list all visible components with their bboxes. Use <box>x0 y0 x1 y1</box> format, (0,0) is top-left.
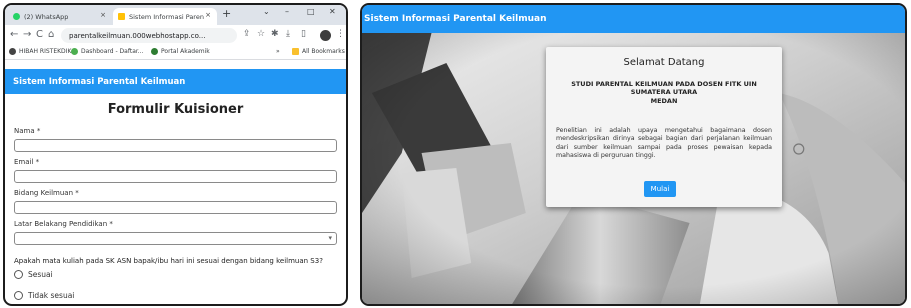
question-text: Apakah mata kuliah pada SK ASN bapak/ibu… <box>14 257 323 265</box>
option-label: Tidak sesuai <box>28 291 75 300</box>
url-bar[interactable]: parentalkeilmuan.000webhostapp.co... <box>61 28 237 43</box>
bidang-keilmuan-label: Bidang Keilmuan * <box>14 189 79 197</box>
bookmarks-bar: HIBAH RISTEKDIK Dashboard - Daftar... Po… <box>5 46 346 60</box>
site-favicon <box>118 13 125 20</box>
all-bookmarks-label: All Bookmarks <box>302 48 345 55</box>
home-icon[interactable]: ⌂ <box>48 29 54 40</box>
back-icon[interactable]: ← <box>10 29 18 40</box>
subtitle-line: SUMATERA UTARA <box>630 88 698 97</box>
extensions-icon[interactable]: ✱ <box>271 29 279 39</box>
subtitle-line: STUDI PARENTAL KEILMUAN PADA DOSEN FITK … <box>571 80 757 88</box>
tab-sistem-informasi[interactable]: Sistem Informasi Paren × <box>113 8 217 25</box>
bookmarks-overflow-icon[interactable]: » <box>276 48 280 55</box>
bookmark-label: Dashboard - Daftar... <box>81 48 144 55</box>
welcome-title: Selamat Datang <box>623 57 705 68</box>
latar-belakang-label: Latar Belakang Pendidikan * <box>14 220 113 228</box>
tab-close-icon[interactable]: × <box>100 11 106 19</box>
bookmark-favicon <box>9 48 16 55</box>
site-title: Sistem Informasi Parental Keilmuan <box>13 76 186 87</box>
radio-button[interactable] <box>14 270 23 279</box>
site-header: Sistem Informasi Parental Keilmuan <box>362 5 905 33</box>
bookmark-favicon <box>71 48 78 55</box>
bookmark-item[interactable]: Portal Akademik <box>151 48 210 55</box>
bidang-keilmuan-input[interactable] <box>14 201 337 214</box>
url-text: parentalkeilmuan.000webhostapp.co... <box>69 31 206 40</box>
new-tab-button[interactable]: + <box>222 7 231 20</box>
welcome-description: Penelitian ini adalah upaya mengetahui b… <box>556 127 772 159</box>
close-window-button[interactable]: ✕ <box>329 7 336 16</box>
welcome-card: Selamat Datang STUDI PARENTAL KEILMUAN P… <box>546 47 782 207</box>
welcome-subtitle: STUDI PARENTAL KEILMUAN PADA DOSEN FITK … <box>560 80 768 105</box>
latar-belakang-select[interactable]: ▾ <box>14 232 337 245</box>
whatsapp-icon <box>13 13 20 20</box>
bookmark-label: HIBAH RISTEKDIK <box>19 48 72 55</box>
email-input[interactable] <box>14 170 337 183</box>
tab-label: (2) WhatsApp <box>24 12 69 21</box>
bookmark-label: Portal Akademik <box>161 48 210 55</box>
subtitle-line: MEDAN <box>650 96 678 105</box>
star-icon[interactable]: ☆ <box>257 29 265 39</box>
nama-label: Nama * <box>14 127 41 135</box>
share-icon[interactable]: ⇪ <box>243 29 251 39</box>
email-label: Email * <box>14 158 40 166</box>
download-icon[interactable]: ⤓ <box>286 29 290 39</box>
bookmark-item[interactable]: HIBAH RISTEKDIK <box>9 48 71 55</box>
tab-strip: (2) WhatsApp × Sistem Informasi Paren × … <box>5 5 346 25</box>
maximize-button[interactable]: □ <box>307 7 315 16</box>
site-header: Sistem Informasi Parental Keilmuan <box>5 69 346 94</box>
option-label: Sesuai <box>28 270 53 279</box>
tab-label: Sistem Informasi Paren <box>129 12 204 21</box>
option-tidak-sesuai[interactable]: Tidak sesuai <box>14 291 74 300</box>
form-title: Formulir Kuisioner <box>107 102 244 117</box>
minimize-button[interactable]: – <box>285 7 289 16</box>
site-title: Sistem Informasi Parental Keilmuan <box>364 14 547 24</box>
chevron-down-icon: ▾ <box>328 234 332 242</box>
tab-search-icon[interactable]: ⌄ <box>263 7 270 16</box>
reload-icon[interactable]: C <box>36 29 43 40</box>
folder-icon <box>292 48 299 55</box>
address-bar-row: ← → C ⌂ parentalkeilmuan.000webhostapp.c… <box>5 25 346 46</box>
profile-avatar[interactable] <box>320 30 331 41</box>
bookmark-item[interactable]: Dashboard - Daftar... <box>71 48 144 55</box>
all-bookmarks[interactable]: All Bookmarks <box>292 48 345 55</box>
menu-icon[interactable]: ⋮ <box>336 29 345 39</box>
nama-input[interactable] <box>14 139 337 152</box>
browser-window: (2) WhatsApp × Sistem Informasi Paren × … <box>3 3 348 306</box>
radio-button[interactable] <box>14 291 23 300</box>
forward-icon[interactable]: → <box>23 29 31 40</box>
option-sesuai[interactable]: Sesuai <box>14 270 53 279</box>
welcome-page: Sistem Informasi Parental Keilmuan Selam… <box>360 3 907 306</box>
bookmark-favicon <box>151 48 158 55</box>
mulai-button[interactable]: Mulai <box>644 181 676 197</box>
tab-close-icon[interactable]: × <box>205 11 211 19</box>
sidepanel-icon[interactable]: ▯ <box>301 29 306 39</box>
tab-whatsapp[interactable]: (2) WhatsApp × <box>8 8 112 25</box>
